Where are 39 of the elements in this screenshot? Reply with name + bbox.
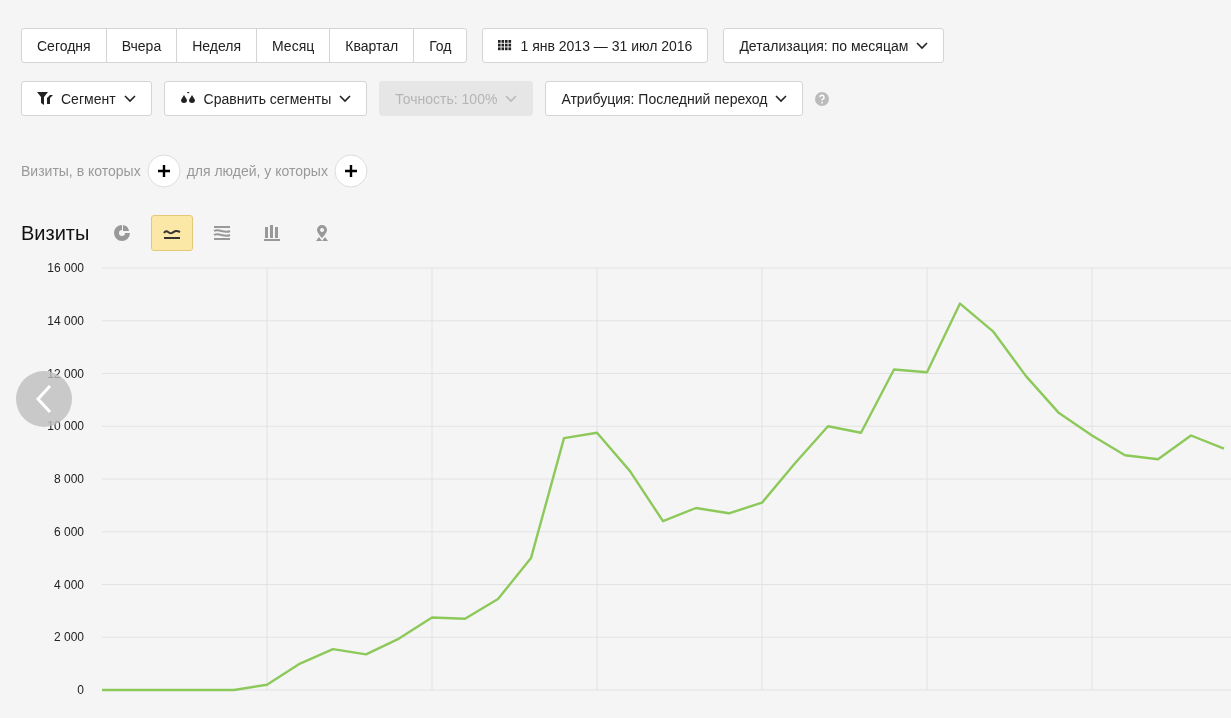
drops-icon — [179, 92, 196, 105]
period-tab[interactable]: Вчера — [105, 28, 178, 63]
caret-icon — [123, 94, 136, 103]
compare-dropdown[interactable]: Сравнить сегменты — [163, 81, 368, 116]
caret-icon — [775, 94, 788, 103]
y-axis-label: 12 000 — [47, 366, 84, 381]
period-tab[interactable]: Сегодня — [21, 28, 107, 63]
y-axis-label: 2 000 — [53, 630, 84, 645]
detail-dropdown[interactable]: Детализация: по месяцам — [723, 28, 945, 63]
period-tab[interactable]: Год — [413, 28, 468, 63]
y-axis-label: 6 000 — [53, 524, 84, 539]
bar-chart-icon — [262, 223, 283, 243]
help-icon[interactable] — [815, 91, 830, 106]
caret-icon — [339, 94, 352, 103]
filter-icon — [37, 92, 53, 105]
period-tab[interactable]: Месяц — [256, 28, 331, 63]
add-condition-icon[interactable] — [333, 154, 368, 188]
metric-title: Визиты — [21, 221, 90, 245]
y-axis-label: 14 000 — [47, 313, 84, 328]
pie-chart-icon — [112, 223, 133, 243]
line-chart-tab[interactable] — [151, 215, 194, 251]
wave-lines-icon — [212, 223, 233, 243]
calendar-grid-icon — [498, 40, 513, 51]
y-axis-label: 4 000 — [53, 577, 84, 592]
date-range-button[interactable]: 1 янв 2013 — 31 июл 2016 — [482, 28, 709, 63]
add-condition-icon[interactable] — [146, 154, 181, 188]
option-dropdown[interactable]: Атрибуция: Последний переход — [545, 81, 804, 116]
condition-label: Визиты, в которых — [21, 163, 141, 179]
y-axis-label: 16 000 — [47, 261, 84, 275]
period-tab[interactable]: Квартал — [329, 28, 415, 63]
y-axis-label: 8 000 — [53, 472, 84, 486]
chevron-left-icon — [35, 384, 53, 414]
caret-icon — [916, 41, 929, 50]
segment-dropdown[interactable]: Сегмент — [21, 81, 152, 116]
condition-label: для людей, у которых — [186, 163, 328, 179]
y-axis-label: 10 000 — [47, 419, 84, 434]
y-axis-label: 0 — [77, 683, 84, 697]
caret-icon — [505, 94, 518, 103]
period-tab[interactable]: Неделя — [176, 28, 258, 63]
